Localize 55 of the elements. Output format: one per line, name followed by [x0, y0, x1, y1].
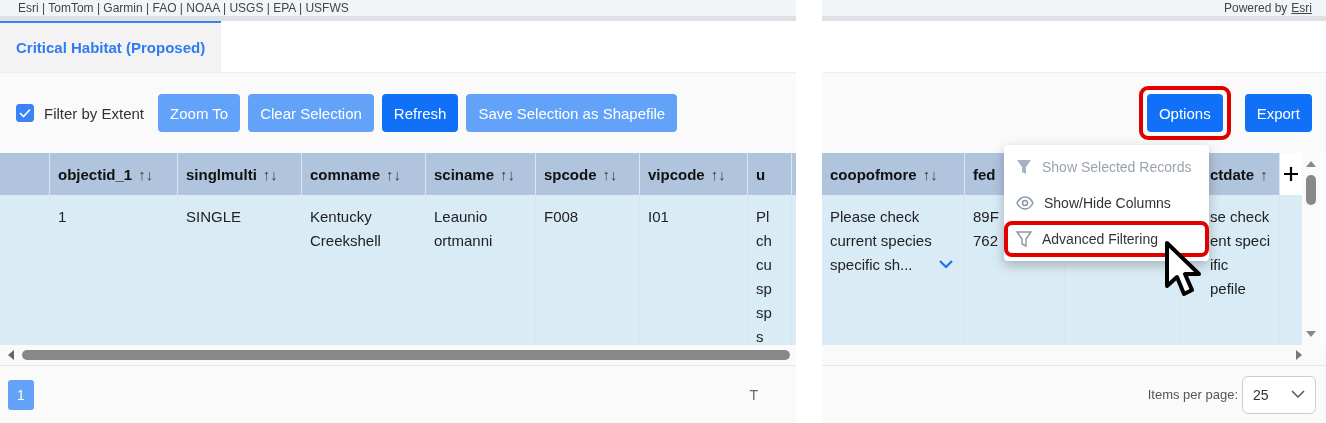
table-cell-text: F008	[544, 207, 579, 227]
column-header[interactable]: objectid_1	[58, 165, 133, 183]
toolbar-button[interactable]: Options	[1146, 94, 1223, 132]
column-header[interactable]: singlmulti	[186, 165, 257, 183]
powered-by-text: Powered by	[1223, 1, 1288, 15]
map-attribution: Esri | TomTom | Garmin | FAO | NOAA | USGS | EPA | USFWS	[18, 1, 349, 15]
sort-arrows[interactable]: ↑↓	[262, 165, 278, 183]
scrollbar-thumb[interactable]	[22, 350, 790, 360]
table-cell-text: SINGLE	[186, 207, 242, 227]
column-header[interactable]: ctdate	[1210, 165, 1255, 183]
horizontal-scrollbar[interactable]	[0, 345, 796, 365]
sort-arrows[interactable]: ↑↓	[386, 165, 402, 183]
column-header[interactable]: sciname	[434, 165, 495, 183]
table-cell-text: se check ent speci ific pefile	[1210, 207, 1271, 299]
table-cell-text: 1	[58, 207, 67, 227]
check-icon	[19, 108, 31, 118]
filter-icon	[1016, 159, 1032, 175]
items-per-page-label: Items per page:	[1147, 387, 1238, 402]
eye-icon	[1016, 196, 1034, 210]
toolbar-button[interactable]: Export	[1244, 94, 1312, 132]
filter-icon	[1016, 231, 1032, 247]
column-header[interactable]: vipcode	[648, 165, 705, 183]
pagination-info: T	[749, 386, 758, 403]
sort-arrows[interactable]: ↑↓	[710, 165, 726, 183]
scroll-left-icon[interactable]	[6, 349, 16, 361]
table-cell-text: Kentucky Creekshell	[310, 207, 381, 251]
scroll-down-icon[interactable]	[1305, 329, 1317, 339]
toolbar-button[interactable]: Refresh	[381, 94, 459, 132]
table-cell-text: Leaunio ortmanni	[434, 207, 493, 251]
items-per-page-select[interactable]: 25	[1242, 375, 1316, 414]
scroll-up-icon[interactable]	[1305, 159, 1317, 169]
sort-arrows[interactable]: ↑↓	[922, 165, 938, 183]
table-cell-text: Pl ch cu sp sp s	[756, 207, 772, 345]
sort-arrows[interactable]: ↑	[1260, 165, 1268, 183]
sort-arrows[interactable]: ↑↓	[138, 165, 154, 183]
column-header[interactable]: coopofmore	[830, 165, 917, 183]
column-header[interactable]: u	[756, 165, 766, 183]
column-header[interactable]: comname	[310, 165, 381, 183]
sort-arrows[interactable]: ↑↓	[602, 165, 618, 183]
column-header[interactable]: fed	[973, 165, 996, 183]
chevron-down-icon[interactable]	[937, 259, 954, 269]
checkbox-label: Filter by Extent	[44, 104, 145, 122]
tab[interactable]: Critical Habitat (Proposed)	[0, 21, 222, 72]
checkbox[interactable]	[16, 104, 34, 122]
scroll-right-icon[interactable]	[1294, 349, 1304, 361]
add-column-icon[interactable]	[1283, 166, 1299, 182]
scrollbar-thumb[interactable]	[1306, 175, 1316, 205]
table-cell-text: Please check current species specific sh...	[830, 207, 932, 275]
column-header[interactable]: spcode	[544, 165, 597, 183]
chevron-down-icon	[1291, 390, 1305, 399]
table-cell-text: 89F 762	[973, 207, 999, 251]
esri-link[interactable]: Esri	[1291, 1, 1312, 15]
table-cell-text: I01	[648, 207, 669, 227]
sort-arrows[interactable]: ↑↓	[500, 165, 516, 183]
table-row[interactable]: 1 SINGLE Kentucky Creekshell Leaunio ortmanni F008 I01 Pl ch cu sp sp s	[0, 195, 796, 345]
